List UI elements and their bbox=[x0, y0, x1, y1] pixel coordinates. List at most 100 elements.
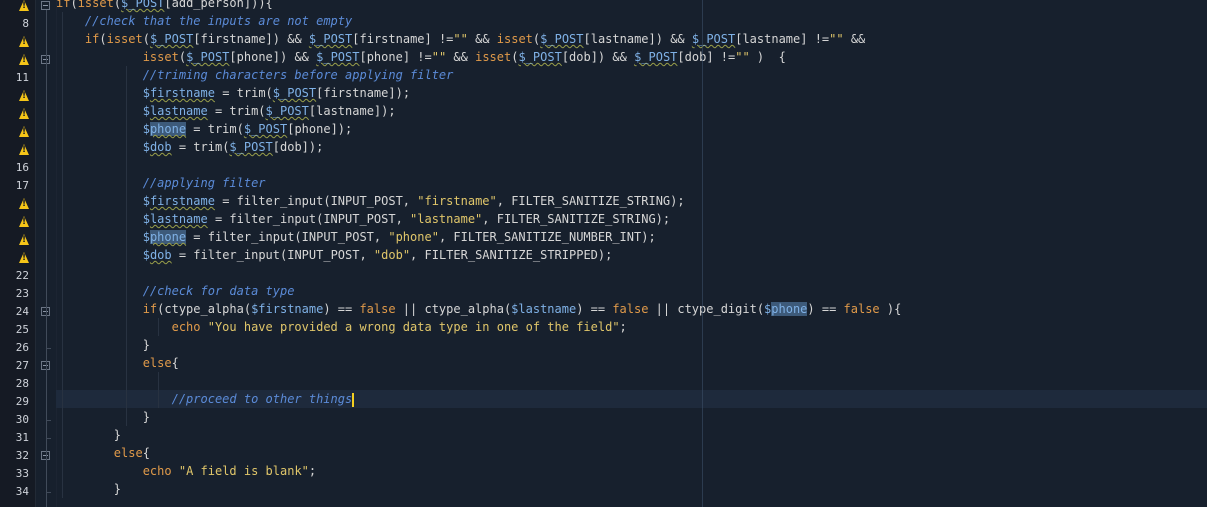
warning-icon[interactable] bbox=[19, 108, 29, 119]
code-line[interactable]: $lastname = trim($_POST[lastname]); bbox=[56, 102, 1207, 120]
code-line[interactable]: else{ bbox=[56, 354, 1207, 372]
fold-end-tick bbox=[46, 348, 51, 349]
code-line[interactable]: $firstname = trim($_POST[firstname]); bbox=[56, 84, 1207, 102]
gutter-line: 16 bbox=[0, 159, 33, 177]
line-number: 22 bbox=[15, 269, 29, 282]
code-line[interactable]: $phone = trim($_POST[phone]); bbox=[56, 120, 1207, 138]
gutter-line: 23 bbox=[0, 285, 33, 303]
gutter-line: 30 bbox=[0, 411, 33, 429]
code-line[interactable]: } bbox=[56, 426, 1207, 444]
gutter-line bbox=[0, 87, 33, 105]
warning-icon[interactable] bbox=[19, 90, 29, 101]
gutter-line bbox=[0, 249, 33, 267]
code-line[interactable]: if(ctype_alpha($firstname) == false || c… bbox=[56, 300, 1207, 318]
warning-icon[interactable] bbox=[19, 54, 29, 65]
code-line[interactable] bbox=[56, 156, 1207, 174]
gutter-line: 24 bbox=[0, 303, 33, 321]
line-number: 30 bbox=[15, 413, 29, 426]
line-number: 24 bbox=[15, 305, 29, 318]
gutter-line bbox=[0, 0, 33, 15]
fold-toggle-icon[interactable] bbox=[41, 1, 50, 10]
gutter-line: 26 bbox=[0, 339, 33, 357]
line-number: 34 bbox=[15, 485, 29, 498]
code-line[interactable]: echo "A field is blank"; bbox=[56, 462, 1207, 480]
line-number: 26 bbox=[15, 341, 29, 354]
line-number: 25 bbox=[15, 323, 29, 336]
gutter-line bbox=[0, 33, 33, 51]
gutter-line bbox=[0, 105, 33, 123]
fold-end-tick bbox=[46, 420, 51, 421]
line-number: 32 bbox=[15, 449, 29, 462]
code-line[interactable]: $phone = filter_input(INPUT_POST, "phone… bbox=[56, 228, 1207, 246]
code-line[interactable]: if(isset($_POST[firstname]) && $_POST[fi… bbox=[56, 30, 1207, 48]
code-line[interactable]: //applying filter bbox=[56, 174, 1207, 192]
gutter-line: 8 bbox=[0, 15, 33, 33]
line-number: 31 bbox=[15, 431, 29, 444]
fold-guide-line bbox=[46, 370, 47, 424]
code-line[interactable]: $firstname = filter_input(INPUT_POST, "f… bbox=[56, 192, 1207, 210]
gutter-line bbox=[0, 213, 33, 231]
indent-guide bbox=[158, 318, 159, 336]
line-number: 16 bbox=[15, 161, 29, 174]
code-editor[interactable]: 8 11 16 17 22 23 24 25 26 27 28 29 30 31 32 33 34 if(iss… bbox=[0, 0, 1207, 507]
line-number: 27 bbox=[15, 359, 29, 372]
indent-guide bbox=[62, 12, 63, 498]
code-line[interactable]: } bbox=[56, 480, 1207, 498]
line-number-gutter: 8 11 16 17 22 23 24 25 26 27 28 29 30 31 32 33 34 bbox=[0, 0, 36, 507]
code-line[interactable]: $dob = filter_input(INPUT_POST, "dob", F… bbox=[56, 246, 1207, 264]
warning-icon[interactable] bbox=[19, 252, 29, 263]
line-number: 23 bbox=[15, 287, 29, 300]
fold-end-tick bbox=[46, 492, 51, 493]
gutter-line bbox=[0, 123, 33, 141]
fold-guide-line bbox=[46, 460, 47, 496]
code-line[interactable]: } bbox=[56, 336, 1207, 354]
fold-end-tick bbox=[46, 438, 51, 439]
code-line[interactable] bbox=[56, 264, 1207, 282]
gutter-line: 31 bbox=[0, 429, 33, 447]
code-area[interactable]: if(isset($_POST[add_person])){ //check t… bbox=[56, 0, 1207, 507]
warning-icon[interactable] bbox=[19, 0, 29, 11]
code-line[interactable]: } bbox=[56, 408, 1207, 426]
gutter-line bbox=[0, 195, 33, 213]
code-line[interactable]: if(isset($_POST[add_person])){ bbox=[56, 0, 1207, 12]
gutter-line: 11 bbox=[0, 69, 33, 87]
line-number: 28 bbox=[15, 377, 29, 390]
line-number: 17 bbox=[15, 179, 29, 192]
warning-icon[interactable] bbox=[19, 234, 29, 245]
code-line[interactable]: else{ bbox=[56, 444, 1207, 462]
right-margin-guide bbox=[702, 0, 703, 507]
fold-guide-line bbox=[46, 316, 47, 352]
gutter-line: 25 bbox=[0, 321, 33, 339]
code-line[interactable]: //check for data type bbox=[56, 282, 1207, 300]
gutter-line: 22 bbox=[0, 267, 33, 285]
gutter-line: 27 bbox=[0, 357, 33, 375]
warning-icon[interactable] bbox=[19, 144, 29, 155]
gutter-line bbox=[0, 51, 33, 69]
warning-icon[interactable] bbox=[19, 198, 29, 209]
code-line[interactable]: //check that the inputs are not empty bbox=[56, 12, 1207, 30]
fold-margin bbox=[36, 0, 57, 507]
line-number: 33 bbox=[15, 467, 29, 480]
gutter-line: 29 bbox=[0, 393, 33, 411]
warning-icon[interactable] bbox=[19, 36, 29, 47]
gutter-line: 32 bbox=[0, 447, 33, 465]
line-number: 29 bbox=[15, 395, 29, 408]
code-line[interactable]: isset($_POST[phone]) && $_POST[phone] !=… bbox=[56, 48, 1207, 66]
gutter-line: 34 bbox=[0, 483, 33, 501]
warning-icon[interactable] bbox=[19, 216, 29, 227]
gutter-line: 33 bbox=[0, 465, 33, 483]
warning-icon[interactable] bbox=[19, 126, 29, 137]
line-number: 8 bbox=[22, 17, 29, 30]
code-line[interactable]: echo "You have provided a wrong data typ… bbox=[56, 318, 1207, 336]
gutter-line bbox=[0, 141, 33, 159]
indent-guide bbox=[158, 372, 159, 408]
code-line[interactable]: //triming characters before applying fil… bbox=[56, 66, 1207, 84]
indent-guide bbox=[126, 66, 127, 426]
code-line[interactable] bbox=[56, 372, 1207, 390]
gutter-line: 28 bbox=[0, 375, 33, 393]
code-line[interactable]: $lastname = filter_input(INPUT_POST, "la… bbox=[56, 210, 1207, 228]
current-code-line[interactable]: //proceed to other things bbox=[56, 390, 1207, 408]
gutter-line bbox=[0, 231, 33, 249]
code-line[interactable]: $dob = trim($_POST[dob]); bbox=[56, 138, 1207, 156]
line-number: 11 bbox=[15, 71, 29, 84]
